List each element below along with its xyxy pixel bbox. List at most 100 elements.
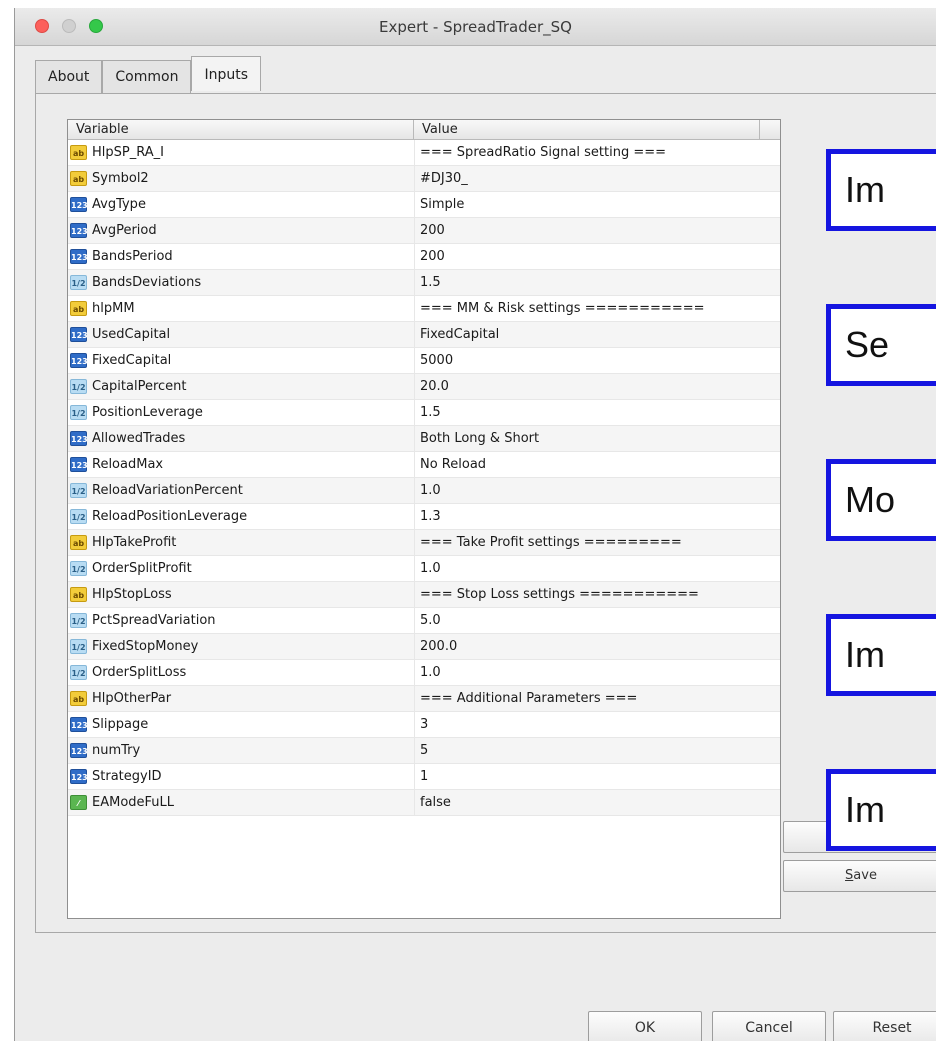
value-cell[interactable]: 200.0 [414, 634, 760, 659]
table-row[interactable]: 123 FixedCapital 5000 [68, 348, 780, 374]
value-cell[interactable]: false [414, 790, 760, 815]
value-cell[interactable]: 1.3 [414, 504, 760, 529]
variable-cell: 1/2 PctSpreadVariation [68, 608, 414, 633]
value-cell[interactable]: 5.0 [414, 608, 760, 633]
integer-type-icon: 123 [70, 353, 88, 368]
overlay-label-3: Mo [826, 459, 936, 541]
variable-name: ReloadMax [92, 457, 164, 472]
variable-cell: 1/2 OrderSplitLoss [68, 660, 414, 685]
value-cell[interactable]: 1.0 [414, 660, 760, 685]
value-cell[interactable]: 1.0 [414, 556, 760, 581]
table-row[interactable]: ⁄ EAModeFuLL false [68, 790, 780, 816]
value-cell[interactable]: No Reload [414, 452, 760, 477]
value-cell[interactable]: Both Long & Short [414, 426, 760, 451]
value-cell[interactable]: === Additional Parameters === [414, 686, 760, 711]
table-row[interactable]: 123 AvgPeriod 200 [68, 218, 780, 244]
value-cell[interactable]: 1.5 [414, 270, 760, 295]
value-cell[interactable]: 200 [414, 218, 760, 243]
string-type-icon: ab [70, 587, 87, 602]
value-cell[interactable]: 5 [414, 738, 760, 763]
value-cell[interactable]: 3 [414, 712, 760, 737]
table-row[interactable]: ab HlpStopLoss === Stop Loss settings ====… [68, 582, 780, 608]
overlay-label-4: Im [826, 614, 936, 696]
value-cell[interactable]: 20.0 [414, 374, 760, 399]
value-cell[interactable]: 1.0 [414, 478, 760, 503]
table-row[interactable]: ab hlpMM === MM & Risk settings ==========… [68, 296, 780, 322]
table-row[interactable]: 123 UsedCapital FixedCapital [68, 322, 780, 348]
table-row[interactable]: 123 BandsPeriod 200 [68, 244, 780, 270]
value-cell[interactable]: 1 [414, 764, 760, 789]
cancel-button[interactable]: Cancel [712, 1011, 826, 1041]
variable-name: BandsDeviations [92, 275, 202, 290]
tab-common[interactable]: Common [102, 60, 192, 94]
variable-name: FixedStopMoney [92, 639, 199, 654]
table-row[interactable]: ab HlpTakeProfit === Take Profit settings … [68, 530, 780, 556]
variable-name: numTry [92, 743, 141, 758]
table-row[interactable]: 123 numTry 5 [68, 738, 780, 764]
table-row[interactable]: 1/2 FixedStopMoney 200.0 [68, 634, 780, 660]
integer-type-icon: 123 [70, 223, 88, 238]
table-row[interactable]: 1/2 CapitalPercent 20.0 [68, 374, 780, 400]
save-label: ave [853, 868, 877, 883]
table-row[interactable]: 1/2 PctSpreadVariation 5.0 [68, 608, 780, 634]
value-cell[interactable]: === Take Profit settings ========= [414, 530, 760, 555]
ok-button[interactable]: OK [588, 1011, 702, 1041]
save-button[interactable]: Save [783, 860, 936, 892]
variable-name: StrategyID [92, 769, 162, 784]
window-title: Expert - SpreadTrader_SQ [379, 18, 572, 36]
variable-column-header[interactable]: Variable [68, 120, 414, 139]
tab-about[interactable]: About [35, 60, 103, 94]
double-type-icon: 1/2 [70, 509, 87, 524]
table-row[interactable]: 123 ReloadMax No Reload [68, 452, 780, 478]
table-row[interactable]: ab Symbol2 #DJ30_ [68, 166, 780, 192]
table-row[interactable]: 1/2 PositionLeverage 1.5 [68, 400, 780, 426]
double-type-icon: 1/2 [70, 639, 87, 654]
value-cell[interactable]: #DJ30_ [414, 166, 760, 191]
variable-name: BandsPeriod [92, 249, 173, 264]
value-cell[interactable]: 5000 [414, 348, 760, 373]
table-row[interactable]: 1/2 OrderSplitLoss 1.0 [68, 660, 780, 686]
variable-cell: ab Symbol2 [68, 166, 414, 191]
table-row[interactable]: 1/2 ReloadVariationPercent 1.0 [68, 478, 780, 504]
value-cell[interactable]: === MM & Risk settings =========== [414, 296, 760, 321]
variable-cell: 1/2 ReloadVariationPercent [68, 478, 414, 503]
table-row[interactable]: 1/2 OrderSplitProfit 1.0 [68, 556, 780, 582]
title-bar[interactable]: Expert - SpreadTrader_SQ [15, 8, 936, 46]
table-row[interactable]: ab HlpOtherPar === Additional Parameters =… [68, 686, 780, 712]
value-cell[interactable]: === Stop Loss settings =========== [414, 582, 760, 607]
variable-cell: 123 UsedCapital [68, 322, 414, 347]
integer-type-icon: 123 [70, 769, 88, 784]
double-type-icon: 1/2 [70, 561, 87, 576]
variable-name: HlpOtherPar [92, 691, 172, 706]
variable-name: OrderSplitLoss [92, 665, 187, 680]
variable-cell: 123 StrategyID [68, 764, 414, 789]
variable-name: PositionLeverage [92, 405, 203, 420]
variable-cell: 123 FixedCapital [68, 348, 414, 373]
table-row[interactable]: 123 StrategyID 1 [68, 764, 780, 790]
value-column-header[interactable]: Value [414, 120, 760, 139]
value-cell[interactable]: FixedCapital [414, 322, 760, 347]
variable-cell: 1/2 PositionLeverage [68, 400, 414, 425]
table-row[interactable]: 1/2 ReloadPositionLeverage 1.3 [68, 504, 780, 530]
string-type-icon: ab [70, 171, 87, 186]
value-cell[interactable]: 200 [414, 244, 760, 269]
integer-type-icon: 123 [70, 327, 88, 342]
variable-name: FixedCapital [92, 353, 172, 368]
variable-name: AvgPeriod [92, 223, 157, 238]
table-row[interactable]: 1/2 BandsDeviations 1.5 [68, 270, 780, 296]
variable-cell: 1/2 FixedStopMoney [68, 634, 414, 659]
table-row[interactable]: 123 Slippage 3 [68, 712, 780, 738]
double-type-icon: 1/2 [70, 275, 87, 290]
value-cell[interactable]: === SpreadRatio Signal setting === [414, 140, 760, 165]
tab-inputs[interactable]: Inputs [191, 56, 262, 91]
inputs-panel: Variable Value ab HlpSP_RA_I === SpreadRat… [35, 93, 936, 933]
value-cell[interactable]: 1.5 [414, 400, 760, 425]
table-row[interactable]: 123 AvgType Simple [68, 192, 780, 218]
value-cell[interactable]: Simple [414, 192, 760, 217]
variable-cell: 123 AvgType [68, 192, 414, 217]
table-row[interactable]: 123 AllowedTrades Both Long & Short [68, 426, 780, 452]
screen-background [0, 0, 14, 1045]
table-row[interactable]: ab HlpSP_RA_I === SpreadRatio Signal setti… [68, 140, 780, 166]
variable-name: HlpStopLoss [92, 587, 172, 602]
reset-button[interactable]: Reset [833, 1011, 936, 1041]
